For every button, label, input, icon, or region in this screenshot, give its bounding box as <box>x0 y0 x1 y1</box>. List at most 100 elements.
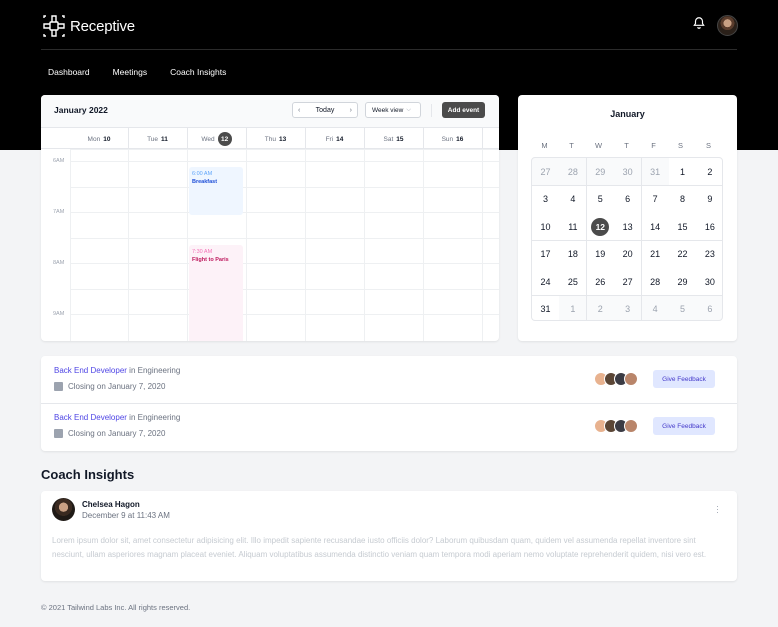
day-cell[interactable]: 16 <box>696 213 722 240</box>
day-cell[interactable]: 29 <box>669 268 696 295</box>
day-cell[interactable]: 31 <box>641 158 669 185</box>
user-avatar[interactable] <box>717 15 738 36</box>
job-department: in Engineering <box>126 366 181 375</box>
footer-text: © 2021 Tailwind Labs Inc. All rights res… <box>41 603 191 612</box>
grid-col <box>128 149 129 341</box>
grid-col <box>246 149 247 341</box>
day-cell[interactable]: 9 <box>696 185 722 213</box>
day-cell[interactable]: 27 <box>614 268 642 295</box>
section-title: Coach Insights <box>41 467 135 482</box>
grid-line <box>70 212 499 213</box>
time-label: 8AM <box>53 260 65 266</box>
day-cell[interactable]: 2 <box>586 295 614 320</box>
job-role-link[interactable]: Back End Developer <box>54 413 127 422</box>
next-week-icon[interactable]: › <box>350 107 352 114</box>
weekday-label: S <box>677 141 683 150</box>
day-cell[interactable]: 13 <box>614 213 642 240</box>
reviewer-avatars <box>594 372 638 386</box>
header-divider <box>431 104 432 117</box>
grid-col <box>70 149 71 341</box>
list-divider <box>41 403 737 404</box>
day-cell[interactable]: 21 <box>641 240 669 268</box>
day-cell[interactable]: 4 <box>641 295 669 320</box>
event-time: 6:00 AM <box>192 171 213 177</box>
grid-line <box>70 238 499 239</box>
avatar <box>624 419 638 433</box>
nav-dashboard[interactable]: Dashboard <box>48 67 90 77</box>
day-cell[interactable]: 10 <box>532 213 559 240</box>
day-cell[interactable]: 17 <box>532 240 559 268</box>
job-item: Back End Developer in Engineering Closin… <box>54 366 180 391</box>
grid-col <box>364 149 365 341</box>
calendar-title: January 2022 <box>54 105 108 115</box>
time-grid[interactable]: 6AM 7AM 8AM 9AM <box>41 149 499 341</box>
day-cell[interactable]: 19 <box>586 240 614 268</box>
column-divider <box>364 127 365 149</box>
more-options-icon[interactable]: · · · <box>716 502 719 517</box>
day-cell[interactable]: 30 <box>696 268 722 295</box>
view-select-value: Week view <box>372 106 404 114</box>
day-cell[interactable]: 1 <box>559 295 587 320</box>
job-item: Back End Developer in Engineering Closin… <box>54 413 180 438</box>
day-cell[interactable]: 5 <box>586 185 614 213</box>
grid-col <box>423 149 424 341</box>
event-name: Breakfast <box>192 179 218 185</box>
day-cell[interactable]: 12 <box>586 213 614 240</box>
day-cell[interactable]: 24 <box>532 268 559 295</box>
day-cell[interactable]: 3 <box>532 185 559 213</box>
date-navigator: ‹ Today › <box>292 102 358 118</box>
weekday-label: M <box>541 141 548 150</box>
day-header: Thu 13 <box>264 135 287 143</box>
brand-logo[interactable]: Receptive <box>41 13 135 39</box>
day-cell[interactable]: 22 <box>669 240 696 268</box>
nav-meetings[interactable]: Meetings <box>113 67 148 77</box>
time-label: 6AM <box>53 158 65 164</box>
job-department: in Engineering <box>126 413 181 422</box>
give-feedback-button[interactable]: Give Feedback <box>653 370 715 388</box>
event-flight[interactable]: 7:30 AM Flight to Paris <box>189 245 243 341</box>
day-cell[interactable]: 5 <box>669 295 696 320</box>
day-cell[interactable]: 8 <box>669 185 696 213</box>
grid-line <box>70 314 499 315</box>
day-cell[interactable]: 29 <box>586 158 614 185</box>
insight-body: Lorem ipsum dolor sit, amet consectetur … <box>52 536 707 559</box>
day-cell[interactable]: 6 <box>614 185 642 213</box>
day-cell[interactable]: 2 <box>696 158 722 185</box>
main-nav: Dashboard Meetings Coach Insights <box>48 67 226 77</box>
view-select[interactable]: Week view ⌵ <box>365 102 421 118</box>
header-divider <box>41 49 737 50</box>
give-feedback-button[interactable]: Give Feedback <box>653 417 715 435</box>
prev-week-icon[interactable]: ‹ <box>298 107 300 114</box>
day-cell[interactable]: 18 <box>559 240 587 268</box>
day-cell[interactable]: 6 <box>696 295 722 320</box>
day-cell[interactable]: 11 <box>559 213 587 240</box>
day-cell[interactable]: 23 <box>696 240 722 268</box>
day-cell[interactable]: 20 <box>614 240 642 268</box>
bell-icon[interactable] <box>692 16 706 30</box>
day-cell[interactable]: 3 <box>614 295 642 320</box>
grid-col <box>482 149 483 341</box>
day-cell[interactable]: 25 <box>559 268 587 295</box>
day-cell[interactable]: 28 <box>641 268 669 295</box>
day-header-today: Wed 12 <box>187 128 246 150</box>
job-role-link[interactable]: Back End Developer <box>54 366 127 375</box>
day-cell[interactable]: 4 <box>559 185 587 213</box>
event-breakfast[interactable]: 6:00 AM Breakfast <box>189 167 243 215</box>
today-button[interactable]: Today <box>316 107 335 114</box>
month-calendar: January 27 28 29 30 31 1 2 3 4 5 6 7 8 9 10 11 12 13 14 15 1… <box>518 95 737 341</box>
day-cell[interactable]: 30 <box>614 158 642 185</box>
job-title: Back End Developer in Engineering <box>54 413 180 422</box>
column-divider <box>305 127 306 149</box>
day-cell[interactable]: 26 <box>586 268 614 295</box>
day-cell[interactable]: 15 <box>669 213 696 240</box>
day-cell[interactable]: 28 <box>559 158 587 185</box>
insight-card: Chelsea Hagon December 9 at 11:43 AM · · ·… <box>41 491 737 581</box>
add-event-button[interactable]: Add event <box>442 102 485 118</box>
nav-coach-insights[interactable]: Coach Insights <box>170 67 226 77</box>
day-cell[interactable]: 7 <box>641 185 669 213</box>
day-headers: Mon 10 Tue 11 Wed 12 Thu 13 Fri 14 Sat 15 Sun 1… <box>41 127 499 149</box>
day-cell[interactable]: 14 <box>641 213 669 240</box>
day-cell[interactable]: 31 <box>532 295 559 320</box>
day-cell[interactable]: 1 <box>669 158 696 185</box>
day-cell[interactable]: 27 <box>532 158 559 185</box>
